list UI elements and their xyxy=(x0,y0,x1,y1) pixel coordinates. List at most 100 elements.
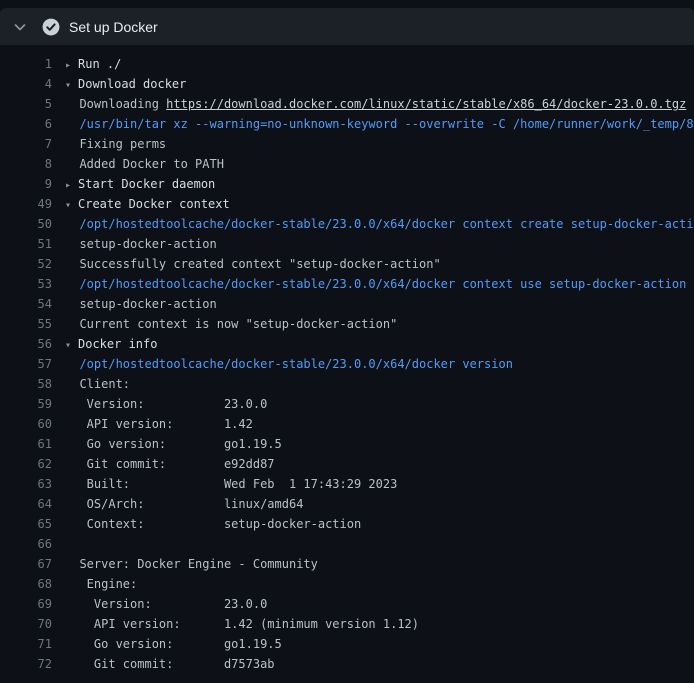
line-number[interactable]: 71 xyxy=(0,634,65,654)
line-content: Go version: go1.19.5 xyxy=(65,634,694,654)
log-text: Successfully created context "setup-dock… xyxy=(65,257,441,271)
line-content: ▾Docker info xyxy=(65,334,694,354)
command-text: /opt/hostedtoolcache/docker-stable/23.0.… xyxy=(65,277,686,291)
line-content: Engine: xyxy=(65,574,694,594)
log-line: 55 Current context is now "setup-docker-… xyxy=(0,314,694,334)
group-label[interactable]: Create Docker context xyxy=(78,197,230,211)
line-content: ▾Create Docker context xyxy=(65,194,694,214)
log-text: Version: 23.0.0 xyxy=(65,597,267,611)
log-line: 65 Context: setup-docker-action xyxy=(0,514,694,534)
line-number[interactable]: 54 xyxy=(0,294,65,314)
group-label[interactable]: Run ./ xyxy=(78,57,121,71)
log-line: 57 /opt/hostedtoolcache/docker-stable/23… xyxy=(0,354,694,374)
line-number[interactable]: 4 xyxy=(0,74,65,94)
log-line: 52 Successfully created context "setup-d… xyxy=(0,254,694,274)
group-label[interactable]: Docker info xyxy=(78,337,157,351)
line-content: setup-docker-action xyxy=(65,234,694,254)
line-content: Successfully created context "setup-dock… xyxy=(65,254,694,274)
line-number[interactable]: 60 xyxy=(0,414,65,434)
line-number[interactable]: 67 xyxy=(0,554,65,574)
log-line: 64 OS/Arch: linux/amd64 xyxy=(0,494,694,514)
line-content: Git commit: e92dd87 xyxy=(65,454,694,474)
log-line: 59 Version: 23.0.0 xyxy=(0,394,694,414)
log-line: 70 API version: 1.42 (minimum version 1.… xyxy=(0,614,694,634)
chevron-down-icon[interactable] xyxy=(12,19,28,35)
line-content: ▸Start Docker daemon xyxy=(65,174,694,194)
group-expanded-arrow-icon[interactable]: ▾ xyxy=(65,196,78,214)
log-line: 67 Server: Docker Engine - Community xyxy=(0,554,694,574)
log-line: 51 setup-docker-action xyxy=(0,234,694,254)
log-text: Fixing perms xyxy=(65,137,166,151)
line-number[interactable]: 66 xyxy=(0,534,65,554)
log-text: Client: xyxy=(65,377,130,391)
log-text: Go version: go1.19.5 xyxy=(65,637,282,651)
line-number[interactable]: 58 xyxy=(0,374,65,394)
line-number[interactable]: 1 xyxy=(0,54,65,74)
line-number[interactable]: 70 xyxy=(0,614,65,634)
log-line: 66 xyxy=(0,534,694,554)
line-number[interactable]: 55 xyxy=(0,314,65,334)
log-line: 60 API version: 1.42 xyxy=(0,414,694,434)
log-text: Version: 23.0.0 xyxy=(65,397,267,411)
line-number[interactable]: 52 xyxy=(0,254,65,274)
log: 1▸Run ./4▾Download docker5 Downloading h… xyxy=(0,45,694,674)
log-text: setup-docker-action xyxy=(65,237,217,251)
group-collapsed-arrow-icon[interactable]: ▸ xyxy=(65,176,78,194)
line-number[interactable]: 62 xyxy=(0,454,65,474)
group-label[interactable]: Download docker xyxy=(78,77,186,91)
log-text: Git commit: d7573ab xyxy=(65,657,275,671)
line-number[interactable]: 72 xyxy=(0,654,65,674)
line-number[interactable]: 56 xyxy=(0,334,65,354)
group-expanded-arrow-icon[interactable]: ▾ xyxy=(65,336,78,354)
line-content: Built: Wed Feb 1 17:43:29 2023 xyxy=(65,474,694,494)
line-content: Client: xyxy=(65,374,694,394)
line-number[interactable]: 61 xyxy=(0,434,65,454)
log-line: 63 Built: Wed Feb 1 17:43:29 2023 xyxy=(0,474,694,494)
line-content: /opt/hostedtoolcache/docker-stable/23.0.… xyxy=(65,214,694,234)
line-content: Added Docker to PATH xyxy=(65,154,694,174)
log-line: 61 Go version: go1.19.5 xyxy=(0,434,694,454)
check-circle-icon xyxy=(42,18,60,36)
log-line: 9▸Start Docker daemon xyxy=(0,174,694,194)
line-content xyxy=(65,534,694,554)
line-number[interactable]: 51 xyxy=(0,234,65,254)
line-number[interactable]: 8 xyxy=(0,154,65,174)
line-number[interactable]: 64 xyxy=(0,494,65,514)
command-text: /opt/hostedtoolcache/docker-stable/23.0.… xyxy=(65,357,513,371)
line-number[interactable]: 63 xyxy=(0,474,65,494)
group-collapsed-arrow-icon[interactable]: ▸ xyxy=(65,56,78,74)
log-text: Current context is now "setup-docker-act… xyxy=(65,317,397,331)
line-number[interactable]: 59 xyxy=(0,394,65,414)
log-line: 5 Downloading https://download.docker.co… xyxy=(0,94,694,114)
line-number[interactable]: 65 xyxy=(0,514,65,534)
line-content: OS/Arch: linux/amd64 xyxy=(65,494,694,514)
group-label[interactable]: Start Docker daemon xyxy=(78,177,215,191)
step-header[interactable]: Set up Docker xyxy=(0,8,694,45)
line-number[interactable]: 5 xyxy=(0,94,65,114)
log-text: API version: 1.42 (minimum version 1.12) xyxy=(65,617,419,631)
line-number[interactable]: 49 xyxy=(0,194,65,214)
log-line: 69 Version: 23.0.0 xyxy=(0,594,694,614)
log-link[interactable]: https://download.docker.com/linux/static… xyxy=(166,97,686,111)
log-text: setup-docker-action xyxy=(65,297,217,311)
line-number[interactable]: 6 xyxy=(0,114,65,134)
log-line: 1▸Run ./ xyxy=(0,54,694,74)
log-text: API version: 1.42 xyxy=(65,417,253,431)
line-content: Version: 23.0.0 xyxy=(65,394,694,414)
line-number[interactable]: 50 xyxy=(0,214,65,234)
line-number[interactable]: 68 xyxy=(0,574,65,594)
line-number[interactable]: 9 xyxy=(0,174,65,194)
log-line: 6 /usr/bin/tar xz --warning=no-unknown-k… xyxy=(0,114,694,134)
line-content: Version: 23.0.0 xyxy=(65,594,694,614)
line-number[interactable]: 7 xyxy=(0,134,65,154)
line-content: Context: setup-docker-action xyxy=(65,514,694,534)
log-line: 72 Git commit: d7573ab xyxy=(0,654,694,674)
line-number[interactable]: 57 xyxy=(0,354,65,374)
group-expanded-arrow-icon[interactable]: ▾ xyxy=(65,76,78,94)
line-number[interactable]: 53 xyxy=(0,274,65,294)
line-number[interactable]: 69 xyxy=(0,594,65,614)
log-line: 71 Go version: go1.19.5 xyxy=(0,634,694,654)
line-content: Downloading https://download.docker.com/… xyxy=(65,94,694,114)
log-text: OS/Arch: linux/amd64 xyxy=(65,497,303,511)
line-content: ▾Download docker xyxy=(65,74,694,94)
